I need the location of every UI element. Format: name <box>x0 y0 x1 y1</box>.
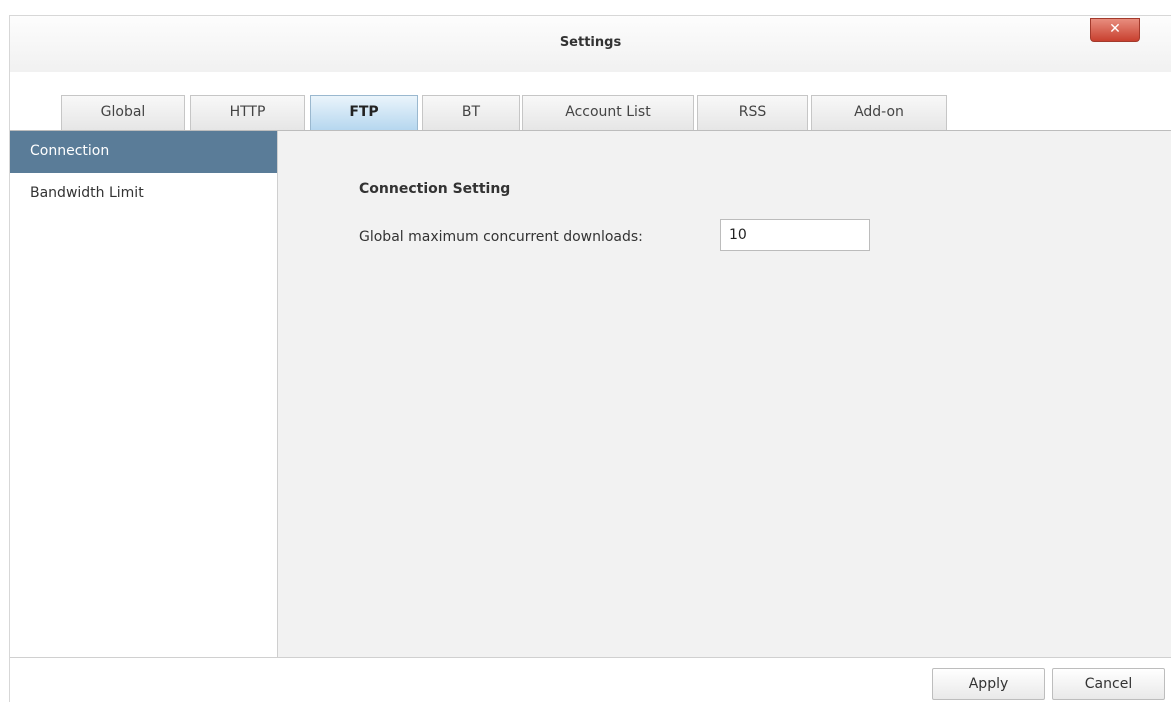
tab-account-list[interactable]: Account List <box>522 95 694 130</box>
sidebar: Connection Bandwidth Limit <box>10 131 278 657</box>
close-icon: ✕ <box>1109 21 1121 37</box>
settings-window: Settings ✕ Global HTTP FTP BT Account Li… <box>9 15 1171 704</box>
tab-http[interactable]: HTTP <box>190 95 305 130</box>
apply-button[interactable]: Apply <box>932 668 1045 700</box>
cancel-button[interactable]: Cancel <box>1052 668 1165 700</box>
tab-bar: Global HTTP FTP BT Account List RSS Add-… <box>10 72 1171 131</box>
window-title: Settings <box>559 35 622 50</box>
title-bar: Settings ✕ <box>10 16 1171 73</box>
section-title: Connection Setting <box>359 181 511 197</box>
sidebar-item-bandwidth-limit[interactable]: Bandwidth Limit <box>10 173 277 215</box>
tab-rss[interactable]: RSS <box>697 95 808 130</box>
close-button[interactable]: ✕ <box>1090 18 1140 42</box>
tab-add-on[interactable]: Add-on <box>811 95 947 130</box>
settings-content: Connection Setting Global maximum concur… <box>278 131 1171 657</box>
tab-global[interactable]: Global <box>61 95 185 130</box>
tab-ftp[interactable]: FTP <box>310 95 418 130</box>
max-downloads-input[interactable] <box>720 219 870 251</box>
tab-bt[interactable]: BT <box>422 95 520 130</box>
sidebar-item-connection[interactable]: Connection <box>10 131 277 173</box>
dialog-footer: Apply Cancel <box>10 657 1171 704</box>
max-downloads-label: Global maximum concurrent downloads: <box>359 229 643 245</box>
